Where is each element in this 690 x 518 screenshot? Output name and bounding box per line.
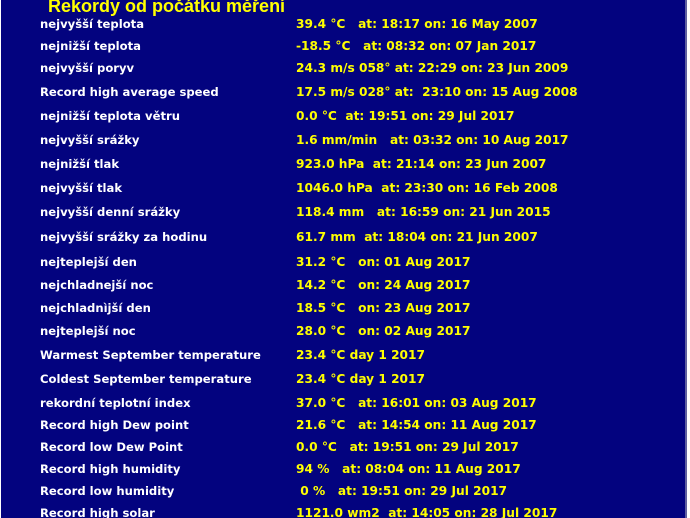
record-label: nejvyšší poryv xyxy=(40,61,135,75)
record-value: 23.4 °C day 1 2017 xyxy=(296,372,425,386)
record-value: 1121.0 wm2 at: 14:05 on: 28 Jul 2017 xyxy=(296,506,558,518)
record-label: nejteplejší den xyxy=(40,255,137,269)
record-label: Warmest September temperature xyxy=(40,348,261,362)
record-row: Record low Dew Point 0.0 °C at: 19:51 on… xyxy=(1,440,685,460)
record-value: 0.0 °C at: 19:51 on: 29 Jul 2017 xyxy=(296,440,519,454)
record-row: Record high Dew point 21.6 °C at: 14:54 … xyxy=(1,418,685,438)
record-row: nejvyšší poryv 24.3 m/s 058° at: 22:29 o… xyxy=(1,61,685,81)
record-label: nejnižší teplota xyxy=(40,39,141,53)
record-row: nejnižší teplota -18.5 °C at: 08:32 on: … xyxy=(1,39,685,59)
record-label: Coldest September temperature xyxy=(40,372,252,386)
record-label: nejnižší teplota větru xyxy=(40,109,180,123)
record-label: Record high Dew point xyxy=(40,418,189,432)
record-value: 37.0 °C at: 16:01 on: 03 Aug 2017 xyxy=(296,396,537,410)
record-row: nejvyšší tlak 1046.0 hPa at: 23:30 on: 1… xyxy=(1,181,685,201)
record-row: nejvyšší denní srážky 118.4 mm at: 16:59… xyxy=(1,205,685,225)
record-label: Record high average speed xyxy=(40,85,219,99)
record-row: nejnižší tlak 923.0 hPa at: 21:14 on: 23… xyxy=(1,157,685,177)
record-label: nejvyšší srážky xyxy=(40,133,140,147)
record-label: nejvyšší teplota xyxy=(40,17,145,31)
record-value: 18.5 °C on: 23 Aug 2017 xyxy=(296,301,471,315)
record-label: nejchladnìjší den xyxy=(40,301,151,315)
record-value: 1046.0 hPa at: 23:30 on: 16 Feb 2008 xyxy=(296,181,558,195)
record-row: nejchladnejší noc 14.2 °C on: 24 Aug 201… xyxy=(1,278,685,298)
record-row: Warmest September temperature 23.4 °C da… xyxy=(1,348,685,368)
record-label: nejvyšší tlak xyxy=(40,181,123,195)
record-value: 24.3 m/s 058° at: 22:29 on: 23 Jun 2009 xyxy=(296,61,569,75)
record-row: nejteplejší noc 28.0 °C on: 02 Aug 2017 xyxy=(1,324,685,344)
record-label: nejnižší tlak xyxy=(40,157,120,171)
record-value: 28.0 °C on: 02 Aug 2017 xyxy=(296,324,471,338)
record-value: 94 % at: 08:04 on: 11 Aug 2017 xyxy=(296,462,521,476)
record-value: 31.2 °C on: 01 Aug 2017 xyxy=(296,255,471,269)
record-value: 923.0 hPa at: 21:14 on: 23 Jun 2007 xyxy=(296,157,547,171)
record-value: 1.6 mm/min at: 03:32 on: 10 Aug 2017 xyxy=(296,133,569,147)
record-label: Record low Dew Point xyxy=(40,440,183,454)
record-label: nejteplejší noc xyxy=(40,324,136,338)
record-label: nejvyšší srážky za hodinu xyxy=(40,230,208,244)
record-row: nejteplejší den 31.2 °C on: 01 Aug 2017 xyxy=(1,255,685,275)
record-label: Record low humidity xyxy=(40,484,175,498)
record-value: 14.2 °C on: 24 Aug 2017 xyxy=(296,278,471,292)
record-label: nejvyšší denní srážky xyxy=(40,205,181,219)
record-row: rekordní teplotní index 37.0 °C at: 16:0… xyxy=(1,396,685,416)
record-value: 61.7 mm at: 18:04 on: 21 Jun 2007 xyxy=(296,230,538,244)
record-value: 23.4 °C day 1 2017 xyxy=(296,348,425,362)
records-panel: Rekordy od počátku měření nejvyšší teplo… xyxy=(1,0,687,518)
page-title: Rekordy od počátku měření xyxy=(48,0,286,16)
record-value: 17.5 m/s 028° at: 23:10 on: 15 Aug 2008 xyxy=(296,85,578,99)
record-row: nejvyšší srážky 1.6 mm/min at: 03:32 on:… xyxy=(1,133,685,153)
record-row: Record high solar 1121.0 wm2 at: 14:05 o… xyxy=(1,506,685,518)
record-row: Record low humidity 0 % at: 19:51 on: 29… xyxy=(1,484,685,504)
record-row: nejvyšší teplota 39.4 °C at: 18:17 on: 1… xyxy=(1,17,685,37)
record-label: nejchladnejší noc xyxy=(40,278,154,292)
record-value: 39.4 °C at: 18:17 on: 16 May 2007 xyxy=(296,17,538,31)
record-value: 0 % at: 19:51 on: 29 Jul 2017 xyxy=(296,484,508,498)
record-row: Record high average speed 17.5 m/s 028° … xyxy=(1,85,685,105)
record-value: 0.0 °C at: 19:51 on: 29 Jul 2017 xyxy=(296,109,515,123)
record-label: Record high humidity xyxy=(40,462,181,476)
record-row: nejnižší teplota větru 0.0 °C at: 19:51 … xyxy=(1,109,685,129)
record-label: rekordní teplotní index xyxy=(40,396,191,410)
record-label: Record high solar xyxy=(40,506,155,518)
record-value: -18.5 °C at: 08:32 on: 07 Jan 2017 xyxy=(296,39,537,53)
record-row: nejvyšší srážky za hodinu 61.7 mm at: 18… xyxy=(1,230,685,250)
record-value: 118.4 mm at: 16:59 on: 21 Jun 2015 xyxy=(296,205,551,219)
record-value: 21.6 °C at: 14:54 on: 11 Aug 2017 xyxy=(296,418,537,432)
record-row: Coldest September temperature 23.4 °C da… xyxy=(1,372,685,392)
record-row: Record high humidity 94 % at: 08:04 on: … xyxy=(1,462,685,482)
record-row: nejchladnìjší den 18.5 °C on: 23 Aug 201… xyxy=(1,301,685,321)
